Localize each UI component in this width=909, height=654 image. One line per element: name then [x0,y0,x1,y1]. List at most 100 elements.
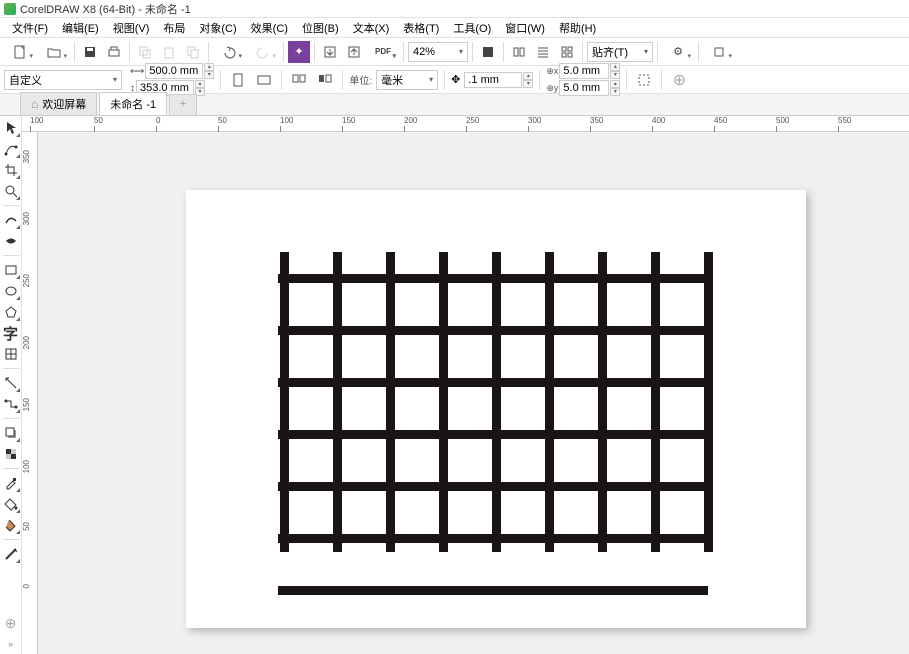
all-pages-button[interactable] [288,69,310,91]
print-button[interactable] [103,41,125,63]
drop-shadow-tool[interactable] [1,423,21,443]
menu-4[interactable]: 对象(C) [193,18,242,38]
page-width[interactable]: 500.0 mm [145,63,203,79]
menu-2[interactable]: 视图(V) [107,18,156,38]
snap-grid-button[interactable] [556,41,578,63]
new-button[interactable] [4,41,36,63]
dimension-tool[interactable] [1,373,21,393]
fullscreen-button[interactable] [477,41,499,63]
title-bar: CorelDRAW X8 (64-Bit) - 未命名 -1 [0,0,909,18]
save-button[interactable] [79,41,101,63]
app-icon [4,3,16,15]
nudge-distance[interactable]: .1 mm [464,72,522,88]
text-tool[interactable]: 字 [1,323,21,343]
menu-6[interactable]: 位图(B) [296,18,345,38]
ruler-tick: 250 [22,274,31,287]
launch-button[interactable] [703,41,735,63]
unit-select[interactable]: 毫米 [376,70,438,90]
smart-fill-tool[interactable] [1,515,21,535]
menu-9[interactable]: 工具(O) [447,18,497,38]
expand-toolbox[interactable]: » [1,634,21,654]
rectangle-tool[interactable] [1,260,21,280]
grid-vline [545,252,554,552]
guides-button[interactable] [532,41,554,63]
freehand-tool[interactable] [1,210,21,230]
document-tabs: ⌂欢迎屏幕 未命名 -1 + [0,94,909,116]
transparency-tool[interactable] [1,444,21,464]
duplicate-y[interactable]: 5.0 mm [559,80,609,96]
copy-button[interactable] [134,41,156,63]
eyedropper-tool[interactable] [1,473,21,493]
ruler-tick: 250 [466,116,479,125]
menu-5[interactable]: 效果(C) [245,18,294,38]
menu-0[interactable]: 文件(F) [6,18,54,38]
menu-3[interactable]: 布局 [157,18,191,38]
grid-vline [492,252,501,552]
ruler-tick: 50 [218,116,227,125]
ruler-horizontal[interactable]: 10050050100150200250300350400450500550 [22,116,909,132]
ruler-tick: 200 [22,336,31,349]
search-button[interactable]: ✦ [288,41,310,63]
polygon-tool[interactable] [1,302,21,322]
table-tool[interactable] [1,344,21,364]
grid-hline [278,534,708,543]
paste-button[interactable] [158,41,180,63]
redo-button[interactable] [247,41,279,63]
duplicate-x[interactable]: 5.0 mm [559,63,609,79]
fill-tool[interactable] [1,494,21,514]
ruler-tick: 100 [22,460,31,473]
ruler-tick: 50 [22,522,31,531]
dupx-icon: ⊕x [546,66,558,77]
pdf-button[interactable]: PDF [367,41,399,63]
page-preset[interactable]: 自定义 [4,70,122,90]
ruler-tick: 550 [838,116,851,125]
ruler-tick: 500 [776,116,789,125]
toolbar-standard: ✦ PDF 42%▾ 贴齐(T) ⚙ [0,38,909,66]
ruler-tick: 200 [404,116,417,125]
menu-11[interactable]: 帮助(H) [553,18,602,38]
tab-document[interactable]: 未命名 -1 [99,92,167,115]
landscape-button[interactable] [253,69,275,91]
snap-dropdown[interactable]: 贴齐(T) [587,42,653,62]
menu-8[interactable]: 表格(T) [397,18,445,38]
artistic-media-tool[interactable] [1,231,21,251]
menu-7[interactable]: 文本(X) [347,18,396,38]
grid-button[interactable] [508,41,530,63]
current-page-button[interactable] [314,69,336,91]
options-button[interactable]: ⚙ [662,41,694,63]
ellipse-tool[interactable] [1,281,21,301]
grid-vline [651,252,660,552]
ruler-tick: 100 [280,116,293,125]
tab-welcome[interactable]: ⌂欢迎屏幕 [20,92,97,115]
ruler-tick: 300 [22,212,31,225]
grid-vline [598,252,607,552]
portrait-button[interactable] [227,69,249,91]
ruler-tick: 450 [714,116,727,125]
cut-button[interactable] [182,41,204,63]
menu-1[interactable]: 编辑(E) [56,18,105,38]
tab-add[interactable]: + [169,94,197,115]
grid-hline [278,586,708,595]
crop-tool[interactable] [1,160,21,180]
menu-10[interactable]: 窗口(W) [499,18,551,38]
dupy-icon: ⊕y [546,83,558,94]
zoom-tool[interactable] [1,181,21,201]
undo-button[interactable] [213,41,245,63]
home-icon: ⌂ [31,97,38,111]
connector-tool[interactable] [1,394,21,414]
ruler-vertical[interactable]: 350300250200150100500 [22,132,38,654]
zoom-level[interactable]: 42%▾ [408,42,468,62]
treat-as-filled-button[interactable] [633,69,655,91]
grid-hline [278,274,708,283]
grid-vline [439,252,448,552]
export-button[interactable] [343,41,365,63]
import-button[interactable] [319,41,341,63]
canvas[interactable] [38,132,909,654]
ruler-tick: 100 [30,116,43,125]
add-preset-button[interactable]: ⊕ [668,69,690,91]
shape-tool[interactable] [1,139,21,159]
pick-tool[interactable] [1,118,21,138]
outline-tool[interactable] [1,544,21,564]
open-button[interactable] [38,41,70,63]
quick-customize[interactable]: ⊕ [1,613,21,633]
